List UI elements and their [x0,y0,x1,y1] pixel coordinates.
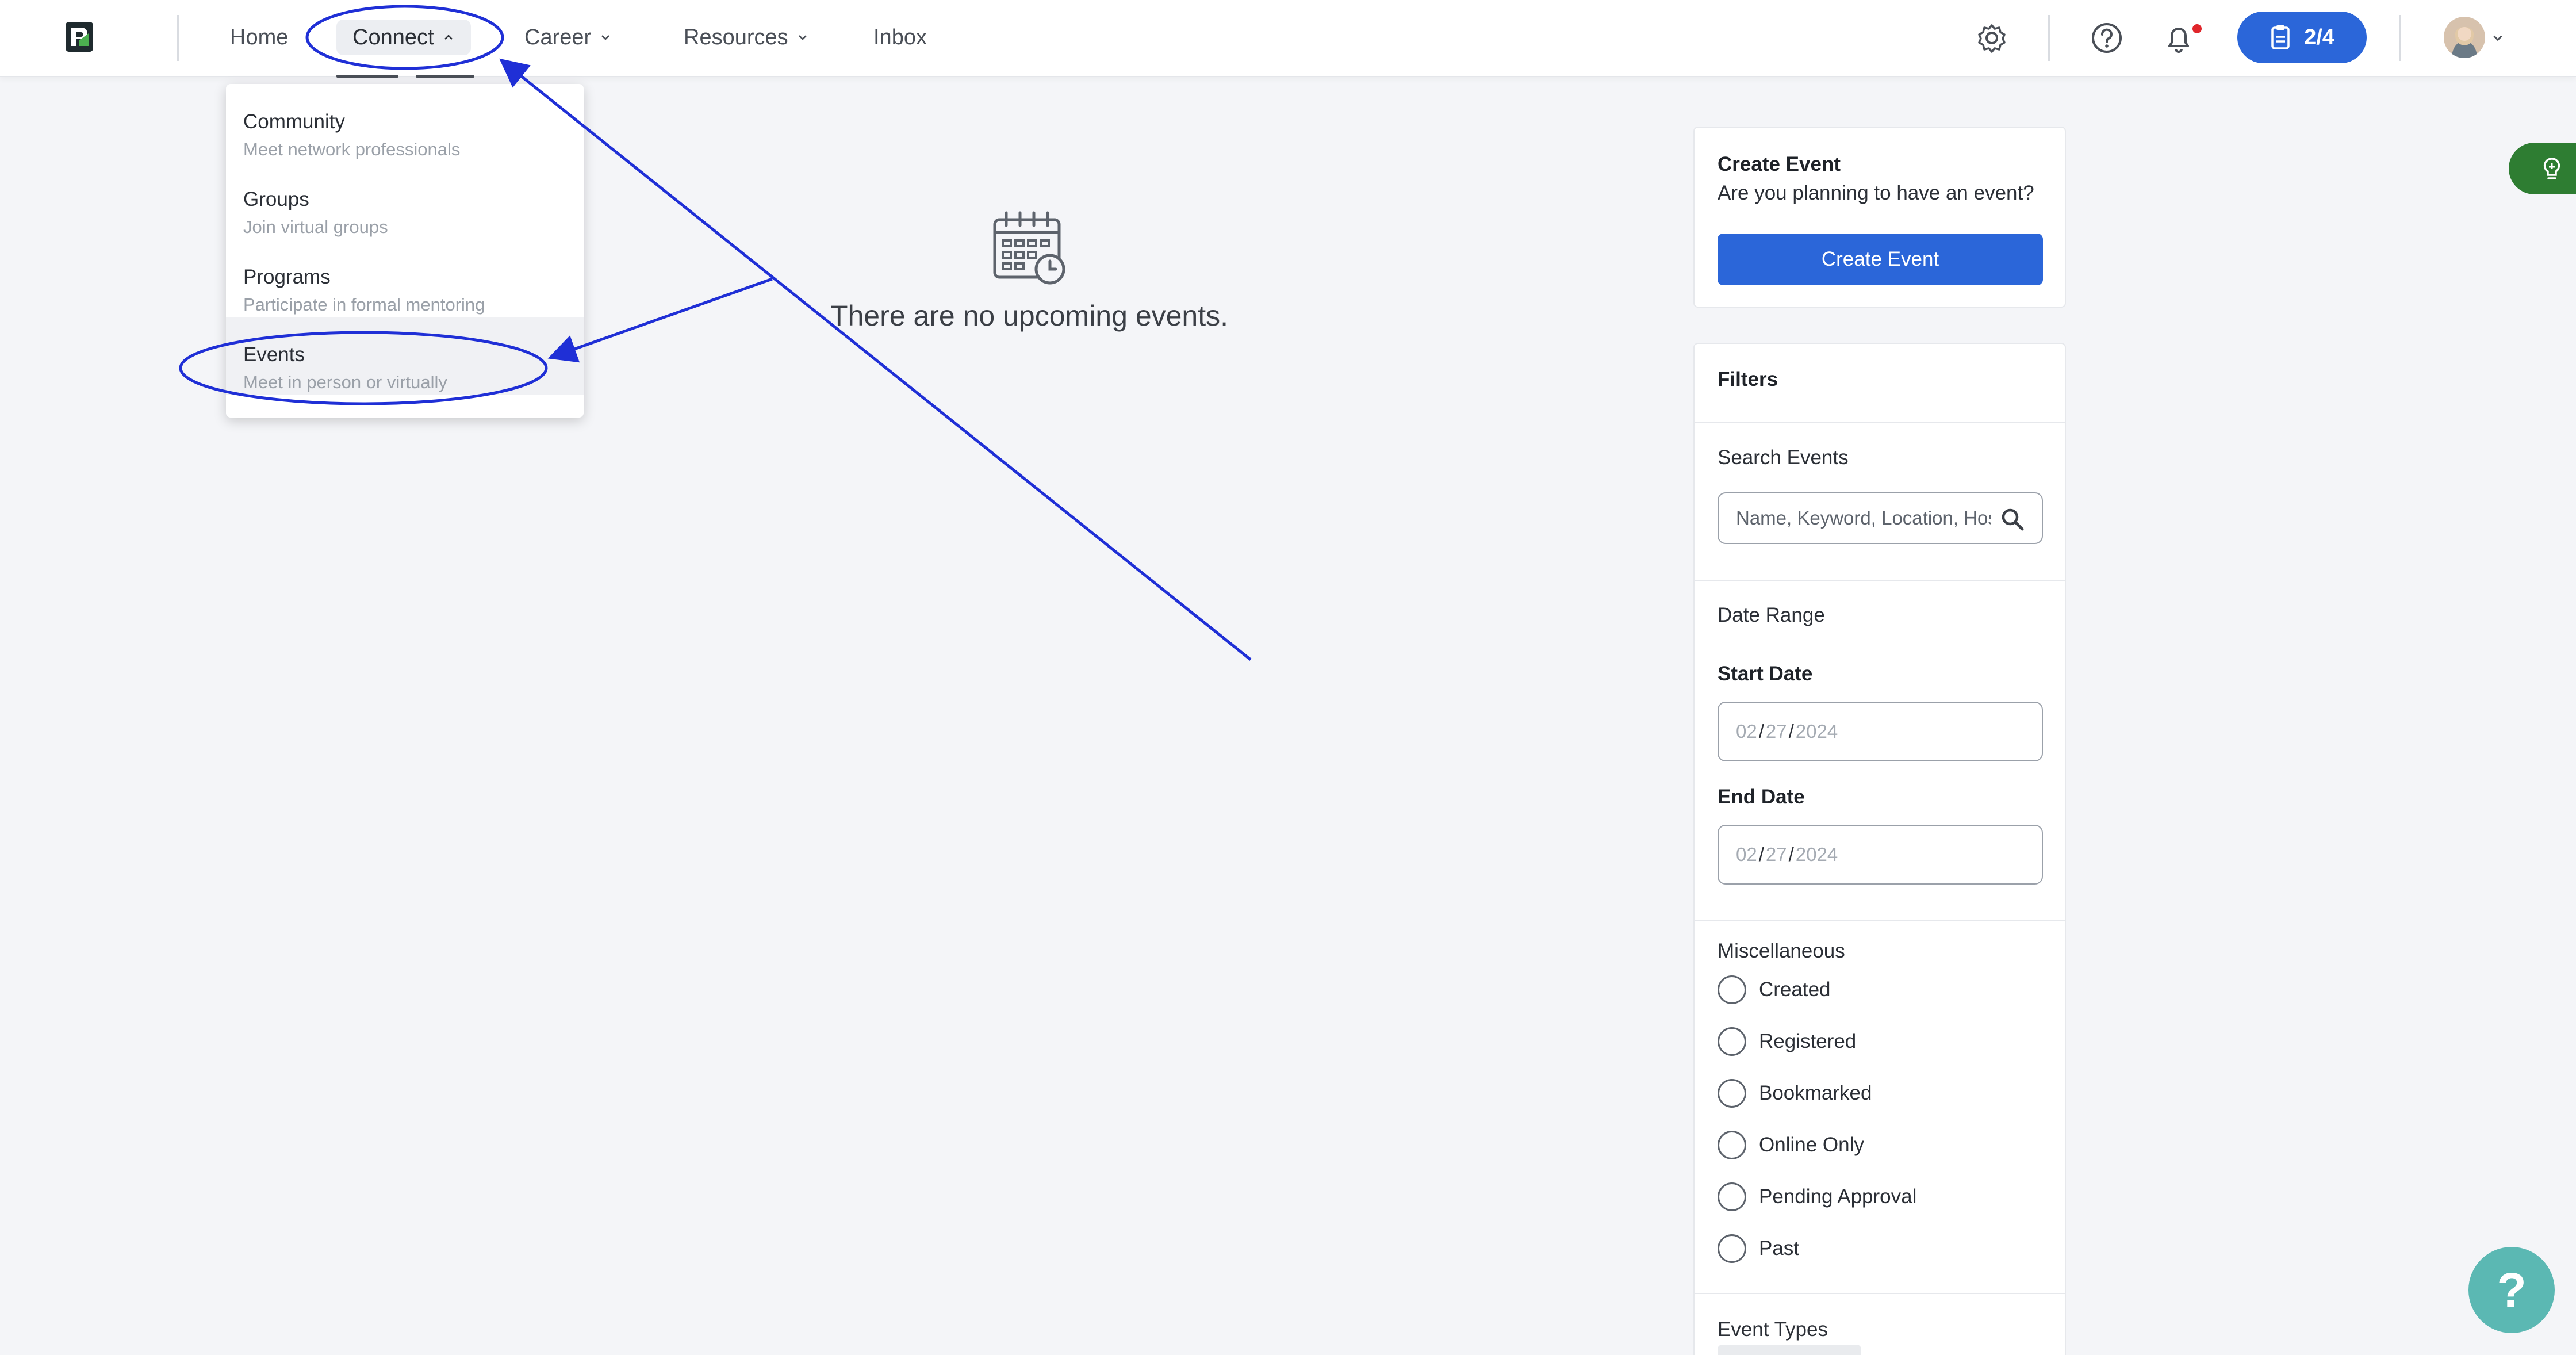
calendar-icon [993,211,1065,285]
start-date-year: 2024 [1795,721,1838,742]
start-date-label: Start Date [1718,663,1813,685]
checkbox-label: Bookmarked [1759,1082,1872,1104]
checkbox-label: Created [1759,978,1831,1001]
help-button[interactable]: ? [2468,1247,2555,1333]
menu-item-community[interactable]: Community Meet network professionals [226,84,584,162]
checkbox-label: Registered [1759,1030,1857,1052]
filter-option-bookmarked[interactable]: Bookmarked [1718,1079,1872,1108]
create-event-title: Create Event [1718,153,1841,175]
chevron-down-icon [798,35,807,40]
menu-item-title: Events [243,343,305,366]
empty-state-message: There are no upcoming events. [830,300,1229,332]
checkbox[interactable] [1718,975,1746,1004]
end-date-day: 27 [1765,844,1787,865]
checkbox[interactable] [1718,1027,1746,1056]
menu-item-subtitle: Join virtual groups [243,217,388,237]
nav-inbox-label: Inbox [873,25,927,49]
filter-option-created[interactable]: Created [1718,975,1831,1004]
create-event-button[interactable]: Create Event [1718,234,2043,285]
menu-item-subtitle: Meet network professionals [243,139,461,159]
progress-label: 2/4 [2304,25,2334,49]
checkbox[interactable] [1718,1234,1746,1263]
miscellaneous-label: Miscellaneous [1718,940,1845,962]
nav-connect-label: Connect [352,25,434,49]
filter-option-past[interactable]: Past [1718,1234,1799,1263]
lightbulb-icon [2543,158,2560,179]
top-header: Home Connect Career Resources Inbox 2/4 [0,0,2576,77]
section-divider [1695,920,2065,921]
bell-icon[interactable] [2160,20,2197,56]
section-divider [1695,580,2065,581]
menu-item-subtitle: Participate in formal mentoring [243,294,485,315]
gear-icon[interactable] [1973,20,2010,56]
nav-career-label: Career [524,25,592,49]
nav-inbox[interactable]: Inbox [873,20,927,55]
nav-home[interactable]: Home [230,20,288,55]
logo-icon[interactable] [62,20,97,54]
tab-indicator [416,75,474,78]
clipboard-icon [2271,25,2290,49]
avatar[interactable] [2444,17,2485,58]
nav-resources-label: Resources [684,25,788,49]
nav-resources[interactable]: Resources [684,20,809,55]
help-circle-icon[interactable] [2088,20,2125,56]
end-date-month: 02 [1736,844,1757,865]
checkbox[interactable] [1718,1079,1746,1108]
annotation-arrow [547,277,773,363]
menu-item-programs[interactable]: Programs Participate in formal mentoring [226,239,584,317]
chevron-down-icon[interactable] [2491,31,2505,45]
section-divider [1695,1293,2065,1294]
date-range-label: Date Range [1718,604,1825,626]
feedback-side-tab[interactable] [2509,143,2576,194]
start-date-day: 27 [1765,721,1787,742]
app-root: Home Connect Career Resources Inbox 2/4 … [0,0,2576,1355]
filter-option-online-only[interactable]: Online Only [1718,1131,1864,1159]
connect-dropdown-menu: Community Meet network professionals Gro… [226,84,584,418]
nav-career[interactable]: Career [524,20,612,55]
search-icon[interactable] [2000,507,2025,531]
end-date-label: End Date [1718,786,1805,808]
user-photo [2444,17,2485,58]
header-divider [2048,15,2050,61]
nav-home-label: Home [230,25,289,49]
end-date-year: 2024 [1795,844,1838,865]
header-divider [177,15,179,61]
menu-item-subtitle: Meet in person or virtually [243,372,447,392]
checkbox-label: Pending Approval [1759,1185,1917,1208]
menu-item-groups[interactable]: Groups Join virtual groups [226,162,584,239]
filters-title: Filters [1718,368,1778,391]
annotation-arrow [499,58,1252,661]
checkbox[interactable] [1718,1131,1746,1159]
notification-dot [2192,24,2202,33]
create-event-card: Create Event Are you planning to have an… [1693,127,2066,308]
end-date-field[interactable]: 02/27/2024 [1718,825,2043,885]
start-date-month: 02 [1736,721,1757,742]
chevron-up-icon [444,35,453,40]
search-events-label: Search Events [1718,446,1849,469]
checkbox-label: Online Only [1759,1134,1864,1156]
section-divider [1695,422,2065,423]
onboarding-progress-button[interactable]: 2/4 [2237,12,2367,63]
nav-connect[interactable]: Connect [336,20,471,55]
event-type-chip[interactable] [1718,1345,1861,1355]
create-event-subtitle: Are you planning to have an event? [1718,182,2034,204]
search-placeholder: Name, Keyword, Location, Host [1736,507,1991,529]
menu-item-events[interactable]: Events Meet in person or virtually [226,317,584,395]
search-events-input[interactable]: Name, Keyword, Location, Host [1718,492,2043,544]
header-divider [2399,15,2401,61]
checkbox[interactable] [1718,1182,1746,1211]
tab-indicator [336,75,398,78]
filter-option-registered[interactable]: Registered [1718,1027,1856,1056]
menu-item-title: Groups [243,188,309,210]
menu-item-title: Community [243,110,345,133]
filter-option-pending-approval[interactable]: Pending Approval [1718,1182,1916,1211]
menu-item-title: Programs [243,266,331,288]
chevron-down-icon [601,35,610,40]
event-types-label: Event Types [1718,1318,1828,1341]
checkbox-label: Past [1759,1237,1800,1260]
start-date-field[interactable]: 02/27/2024 [1718,702,2043,761]
filters-panel: Filters Search Events Name, Keyword, Loc… [1693,343,2066,1355]
